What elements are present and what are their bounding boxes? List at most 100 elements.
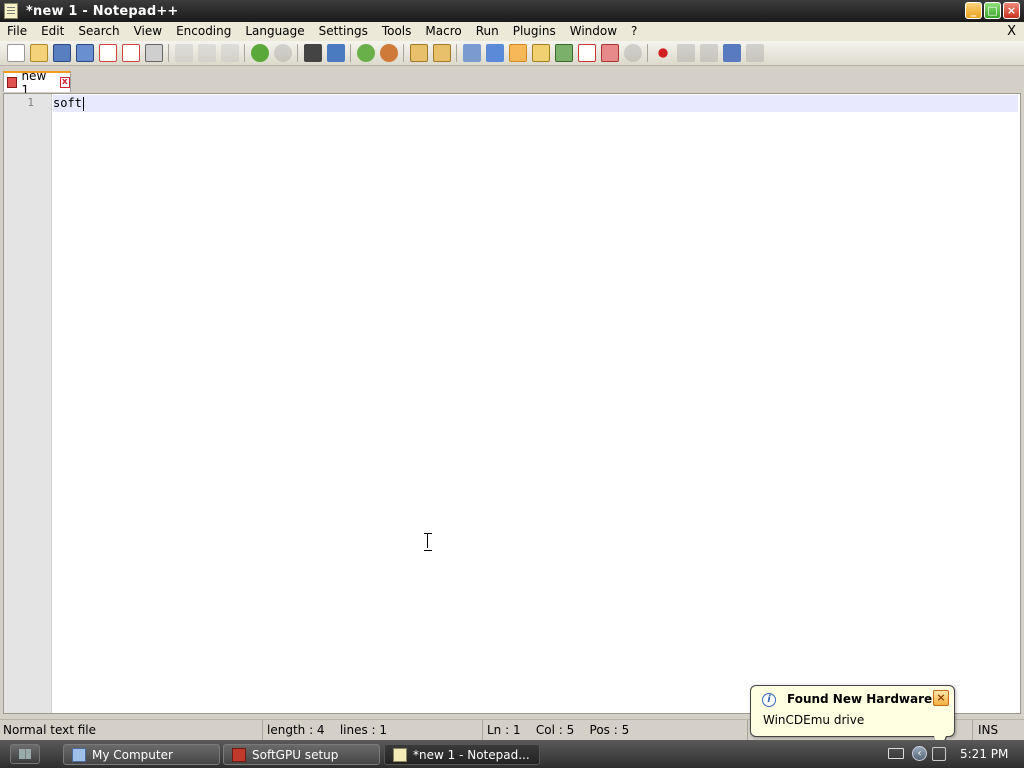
- folder-workspace-icon[interactable]: [600, 44, 619, 62]
- menu-macro[interactable]: Macro: [418, 22, 468, 41]
- run-macro-multiple-icon[interactable]: [722, 44, 741, 62]
- info-icon: i: [762, 693, 776, 707]
- notification-balloon[interactable]: i Found New Hardware × WinCDEmu drive: [750, 685, 955, 737]
- toolbar-separator: [403, 44, 404, 62]
- stop-macro-icon[interactable]: [676, 44, 695, 62]
- current-line-highlight: [53, 95, 1018, 112]
- menu-file[interactable]: File: [0, 22, 34, 41]
- taskbar-item-softgpu-setup[interactable]: SoftGPU setup: [223, 744, 380, 765]
- copy-icon[interactable]: [197, 44, 216, 62]
- menu-run[interactable]: Run: [469, 22, 506, 41]
- taskbar-item-label: My Computer: [92, 747, 173, 762]
- taskbar-item-notepad[interactable]: *new 1 - Notepad...: [384, 744, 540, 765]
- status-position: Ln : 1 Col : 5 Pos : 5: [484, 720, 748, 741]
- maximize-button[interactable]: □: [984, 2, 1001, 19]
- menu-plugins[interactable]: Plugins: [506, 22, 563, 41]
- close-document-button[interactable]: X: [1007, 22, 1016, 41]
- line-number: 1: [27, 96, 34, 109]
- document-map-icon[interactable]: [554, 44, 573, 62]
- text-caret: [82, 96, 84, 111]
- notepad-app-icon[interactable]: [4, 3, 18, 19]
- toolbar-separator: [297, 44, 298, 62]
- replace-icon[interactable]: [326, 44, 345, 62]
- record-macro-icon[interactable]: [653, 44, 672, 62]
- start-button[interactable]: [10, 744, 40, 764]
- toolbar-separator: [244, 44, 245, 62]
- open-file-icon[interactable]: [29, 44, 48, 62]
- unsaved-file-icon: [7, 77, 18, 88]
- find-icon[interactable]: [303, 44, 322, 62]
- setup-icon: [232, 747, 246, 762]
- status-insert-mode[interactable]: INS: [972, 720, 1024, 741]
- ibeam-cursor-icon: [424, 533, 432, 551]
- line-number-gutter[interactable]: 1: [4, 94, 52, 713]
- editor-line-text: soft: [53, 96, 82, 110]
- menu-window[interactable]: Window: [563, 22, 624, 41]
- sync-vertical-icon[interactable]: [409, 44, 428, 62]
- undo-icon[interactable]: [250, 44, 269, 62]
- redo-icon[interactable]: [273, 44, 292, 62]
- indent-guide-icon[interactable]: [508, 44, 527, 62]
- function-list-icon[interactable]: [577, 44, 596, 62]
- editor-area[interactable]: 1 soft: [3, 93, 1021, 714]
- taskbar-item-label: *new 1 - Notepad...: [413, 747, 530, 762]
- close-all-icon[interactable]: [121, 44, 140, 62]
- tab-bar: new 1 x: [0, 66, 1024, 97]
- balloon-text: WinCDEmu drive: [763, 713, 865, 727]
- menu-encoding[interactable]: Encoding: [169, 22, 238, 41]
- taskbar-item-label: SoftGPU setup: [252, 747, 339, 762]
- balloon-close-button[interactable]: ×: [933, 690, 949, 706]
- status-pos: Pos : 5: [589, 723, 630, 737]
- menu-help[interactable]: ?: [624, 22, 644, 41]
- balloon-title: Found New Hardware: [787, 692, 933, 706]
- safely-remove-hardware-icon[interactable]: [932, 747, 946, 761]
- word-wrap-icon[interactable]: [462, 44, 481, 62]
- menu-bar: File Edit Search View Encoding Language …: [0, 22, 1024, 41]
- toolbar: [0, 41, 1024, 66]
- save-macro-icon[interactable]: [745, 44, 764, 62]
- new-file-icon[interactable]: [6, 44, 25, 62]
- close-file-icon[interactable]: [98, 44, 117, 62]
- save-all-icon[interactable]: [75, 44, 94, 62]
- tab-new-1[interactable]: new 1 x: [3, 69, 71, 97]
- close-tab-icon[interactable]: x: [59, 77, 70, 88]
- status-length-lines: length : 4 lines : 1: [264, 720, 483, 741]
- monitoring-icon[interactable]: [623, 44, 642, 62]
- toolbar-separator: [456, 44, 457, 62]
- status-lines: lines : 1: [339, 723, 388, 737]
- menu-tools[interactable]: Tools: [375, 22, 419, 41]
- notepad-icon: [393, 747, 407, 762]
- minimize-button[interactable]: _: [965, 2, 982, 19]
- paste-icon[interactable]: [220, 44, 239, 62]
- status-ln: Ln : 1: [487, 723, 521, 737]
- cut-icon[interactable]: [174, 44, 193, 62]
- taskbar-item-my-computer[interactable]: My Computer: [63, 744, 220, 765]
- taskbar: My Computer SoftGPU setup *new 1 - Notep…: [0, 740, 1024, 768]
- toolbar-separator: [647, 44, 648, 62]
- title-bar[interactable]: *new 1 - Notepad++ _ □ ×: [0, 0, 1024, 22]
- toolbar-separator: [350, 44, 351, 62]
- status-file-type: Normal text file: [0, 720, 263, 741]
- window-controls: _ □ ×: [965, 2, 1020, 19]
- menu-settings[interactable]: Settings: [312, 22, 375, 41]
- editor-line[interactable]: soft: [53, 96, 84, 111]
- sync-horizontal-icon[interactable]: [432, 44, 451, 62]
- computer-icon: [72, 747, 86, 762]
- save-icon[interactable]: [52, 44, 71, 62]
- menu-search[interactable]: Search: [71, 22, 126, 41]
- window-title: *new 1 - Notepad++: [26, 3, 179, 19]
- close-window-button[interactable]: ×: [1003, 2, 1020, 19]
- menu-view[interactable]: View: [127, 22, 169, 41]
- toolbar-separator: [168, 44, 169, 62]
- play-macro-icon[interactable]: [699, 44, 718, 62]
- print-icon[interactable]: [144, 44, 163, 62]
- zoom-out-icon[interactable]: [379, 44, 398, 62]
- show-all-chars-icon[interactable]: [485, 44, 504, 62]
- show-hidden-icons-button[interactable]: ‹: [912, 746, 927, 761]
- user-defined-language-icon[interactable]: [531, 44, 550, 62]
- taskbar-clock[interactable]: 5:21 PM: [960, 740, 1008, 768]
- keyboard-icon[interactable]: [888, 748, 904, 759]
- menu-language[interactable]: Language: [238, 22, 311, 41]
- zoom-in-icon[interactable]: [356, 44, 375, 62]
- menu-edit[interactable]: Edit: [34, 22, 71, 41]
